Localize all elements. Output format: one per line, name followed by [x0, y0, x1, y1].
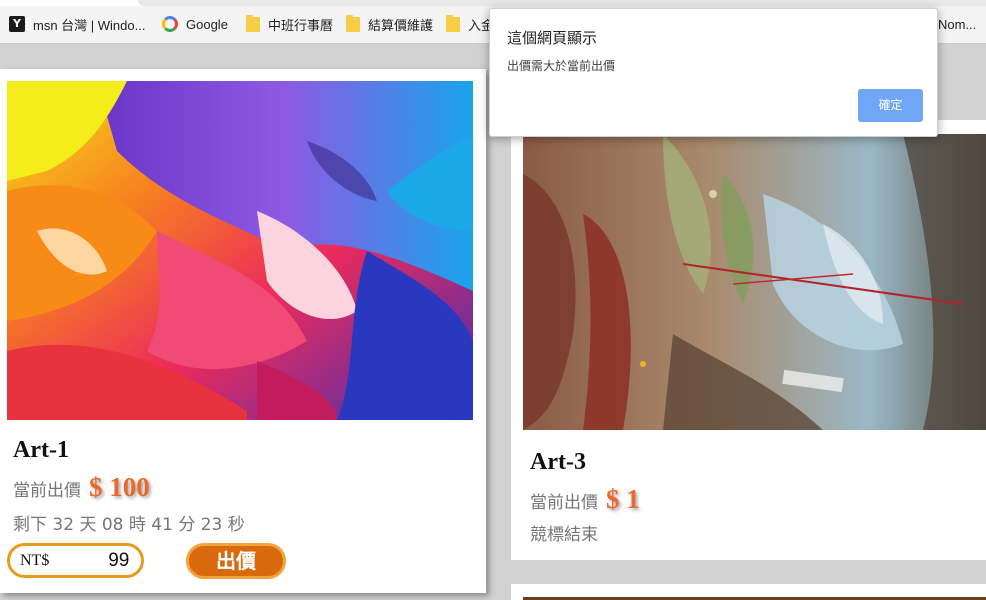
bookmark-google[interactable]: Google [162, 13, 228, 35]
dialog-title: 這個網頁顯示 [507, 29, 598, 47]
time-remaining: 剩下 32 天 08 時 41 分 23 秒 [13, 515, 245, 535]
currency-label: NT$ [20, 551, 50, 569]
bookmark-folder-nom[interactable]: Nom... [938, 13, 976, 35]
msn-icon: Y [9, 16, 25, 32]
auction-card-next [511, 584, 986, 600]
bookmark-label: 結算價維護 [368, 17, 434, 33]
current-bid-amount: $ 1 [606, 484, 640, 514]
artwork-image [523, 134, 986, 430]
current-bid: 當前出價 $ 100 [13, 472, 150, 503]
dialog-message: 出價需大於當前出價 [507, 59, 616, 73]
auction-status: 競標結束 [530, 525, 598, 545]
google-icon [162, 16, 178, 32]
current-bid-label: 當前出價 [530, 493, 598, 513]
auction-card-art-3: Art-3 當前出價 $ 1 競標結束 [511, 120, 986, 560]
folder-icon [246, 14, 260, 32]
bookmark-folder-deposit[interactable]: 入金 [446, 13, 494, 35]
tab-strip [0, 0, 986, 6]
dialog-ok-button[interactable]: 確定 [858, 89, 923, 122]
place-bid-button[interactable]: 出價 [186, 543, 286, 579]
auction-card-art-1: Art-1 當前出價 $ 100 剩下 32 天 08 時 41 分 23 秒 … [0, 69, 486, 593]
tab-strip-edge [138, 0, 986, 6]
bookmark-label: Nom... [938, 16, 977, 32]
bookmark-folder-settlement[interactable]: 結算價維護 [346, 13, 433, 35]
bookmark-msn[interactable]: Y msn 台灣 | Windo... [9, 13, 145, 35]
bookmark-label: Google [186, 16, 228, 32]
artwork-image [7, 81, 473, 420]
bookmark-folder-calendar[interactable]: 中班行事曆 [246, 13, 333, 35]
current-bid-amount: $ 100 [89, 472, 150, 502]
alert-dialog: 這個網頁顯示 出價需大於當前出價 確定 [489, 8, 938, 137]
bid-input-field[interactable]: NT$ [7, 543, 144, 578]
bookmark-label: 中班行事曆 [268, 17, 334, 33]
bid-amount-input[interactable] [49, 549, 130, 572]
folder-icon [446, 14, 460, 32]
current-bid-label: 當前出價 [13, 481, 81, 501]
artwork-title: Art-1 [13, 437, 69, 463]
current-bid: 當前出價 $ 1 [530, 484, 640, 515]
folder-icon [346, 14, 360, 32]
bookmark-label: msn 台灣 | Windo... [33, 17, 146, 33]
artwork-title: Art-3 [530, 449, 586, 475]
